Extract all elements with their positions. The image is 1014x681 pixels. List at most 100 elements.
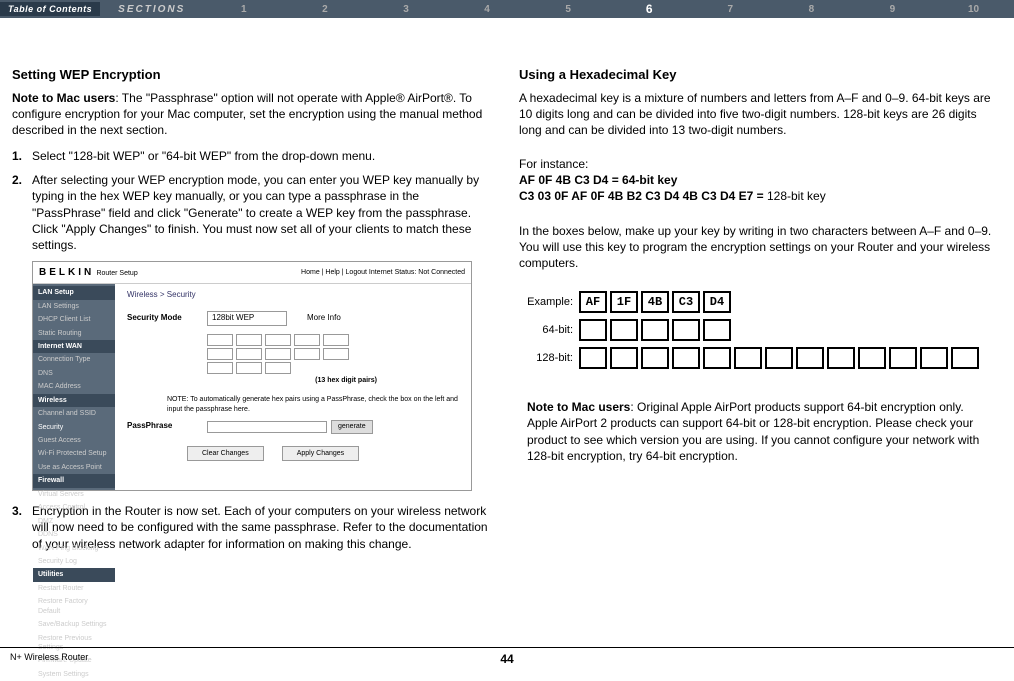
hex-input[interactable] xyxy=(323,348,349,360)
key-entry-box: Example: AF 1F 4B C3 D4 64-bit: 128-bit: xyxy=(519,285,996,381)
ss-side-item: Channel and SSID xyxy=(33,407,115,420)
hex-input[interactable] xyxy=(265,362,291,374)
key-input-cell[interactable] xyxy=(672,347,700,369)
step-number: 1. xyxy=(12,148,32,164)
hex-input[interactable] xyxy=(294,348,320,360)
section-link-10[interactable]: 10 xyxy=(933,4,1014,15)
key-input-cell[interactable] xyxy=(951,347,979,369)
key-64-example: AF 0F 4B C3 D4 = 64-bit key xyxy=(519,172,996,188)
ss-side-item: System Settings xyxy=(33,668,115,681)
key-input-cell[interactable] xyxy=(610,347,638,369)
ss-side-item: Save/Backup Settings xyxy=(33,618,115,631)
section-link-5[interactable]: 5 xyxy=(528,4,609,15)
key-input-cell[interactable] xyxy=(765,347,793,369)
ss-side-item: DMZ xyxy=(33,515,115,528)
ss-side-item: Virtual Servers xyxy=(33,488,115,501)
section-link-8[interactable]: 8 xyxy=(771,4,852,15)
ss-side-item: WAN Ping Blocking xyxy=(33,542,115,555)
step-number: 2. xyxy=(12,172,32,253)
hex-input[interactable] xyxy=(207,334,233,346)
ss-side-item-active: Security xyxy=(33,421,115,434)
key-input-cell[interactable] xyxy=(579,347,607,369)
key-input-cell[interactable] xyxy=(734,347,762,369)
step-number: 3. xyxy=(12,503,32,552)
ss-side-item: DNS xyxy=(33,367,115,380)
top-nav-bar: Table of Contents SECTIONS 1 2 3 4 5 6 7… xyxy=(0,0,1014,18)
key-input-cell[interactable] xyxy=(796,347,824,369)
key-input-cell[interactable] xyxy=(858,347,886,369)
hex-input[interactable] xyxy=(236,348,262,360)
key-input-cell[interactable] xyxy=(920,347,948,369)
hex-input[interactable] xyxy=(265,334,291,346)
section-link-2[interactable]: 2 xyxy=(284,4,365,15)
note2-bold: Note to Mac users xyxy=(527,400,630,414)
ss-side-item: Access Control xyxy=(33,501,115,514)
apply-changes-button[interactable]: Apply Changes xyxy=(282,446,359,461)
ss-breadcrumb: Wireless > Security xyxy=(127,290,459,301)
key-input-cell[interactable] xyxy=(610,319,638,341)
step-text: After selecting your WEP encryption mode… xyxy=(32,172,489,253)
section-link-3[interactable]: 3 xyxy=(365,4,446,15)
note-label: NOTE: xyxy=(167,396,188,403)
example-label: Example: xyxy=(523,295,579,310)
hex-input[interactable] xyxy=(265,348,291,360)
ss-side-item: Restore Factory Default xyxy=(33,595,115,618)
hex-intro: A hexadecimal key is a mixture of number… xyxy=(519,90,996,139)
key-input-cell[interactable] xyxy=(889,347,917,369)
steps-list: 1. Select "128-bit WEP" or "64-bit WEP" … xyxy=(12,148,489,253)
ss-side-item: DDNS xyxy=(33,528,115,541)
security-mode-label: Security Mode xyxy=(127,313,207,324)
key-input-cell[interactable] xyxy=(703,319,731,341)
bit128-label: 128-bit: xyxy=(523,351,579,366)
ss-side-utilities: Utilities xyxy=(33,568,115,581)
for-instance: For instance: xyxy=(519,156,996,172)
more-info-link[interactable]: More Info xyxy=(307,313,341,324)
clear-changes-button[interactable]: Clear Changes xyxy=(187,446,264,461)
hex-input[interactable] xyxy=(323,334,349,346)
example-cell: D4 xyxy=(703,291,731,313)
step-1: 1. Select "128-bit WEP" or "64-bit WEP" … xyxy=(12,148,489,164)
passphrase-input[interactable] xyxy=(207,421,327,433)
toc-link[interactable]: Table of Contents xyxy=(0,2,100,16)
passphrase-label: PassPhrase xyxy=(127,421,207,432)
pp-note-text: To automatically generate hex pairs usin… xyxy=(167,396,458,412)
key-input-cell[interactable] xyxy=(641,347,669,369)
section-link-6-active[interactable]: 6 xyxy=(609,2,690,16)
hex-input[interactable] xyxy=(236,334,262,346)
key-128-rest: 128-bit key xyxy=(764,189,826,203)
key-input-cell[interactable] xyxy=(703,347,731,369)
ss-side-lan: LAN Setup xyxy=(33,286,115,299)
page-number: 44 xyxy=(500,652,513,666)
hex-key-grid: (13 hex digit pairs) xyxy=(207,334,459,385)
ss-header: BELKIN Router Setup Home | Help | Logout… xyxy=(33,262,471,284)
section-link-9[interactable]: 9 xyxy=(852,4,933,15)
example-cell: 4B xyxy=(641,291,669,313)
security-mode-select[interactable]: 128bit WEP xyxy=(207,311,287,326)
section-link-7[interactable]: 7 xyxy=(690,4,771,15)
section-link-4[interactable]: 4 xyxy=(447,4,528,15)
key-input-cell[interactable] xyxy=(579,319,607,341)
hex-input[interactable] xyxy=(207,362,233,374)
hex-input[interactable] xyxy=(236,362,262,374)
key-input-cell[interactable] xyxy=(672,319,700,341)
section-link-1[interactable]: 1 xyxy=(203,4,284,15)
key-input-cell[interactable] xyxy=(827,347,855,369)
example-cell: AF xyxy=(579,291,607,313)
left-column: Setting WEP Encryption Note to Mac users… xyxy=(12,66,489,560)
ss-side-firewall: Firewall xyxy=(33,474,115,487)
footer-product: N+ Wireless Router xyxy=(10,652,88,662)
hex-input[interactable] xyxy=(207,348,233,360)
example-cell: C3 xyxy=(672,291,700,313)
key-input-cell[interactable] xyxy=(641,319,669,341)
key-128-example: C3 03 0F AF 0F 4B B2 C3 D4 4B C3 D4 E7 =… xyxy=(519,188,996,204)
step-2: 2. After selecting your WEP encryption m… xyxy=(12,172,489,253)
ss-side-wan: Internet WAN xyxy=(33,340,115,353)
make-key-instruction: In the boxes below, make up your key by … xyxy=(519,223,996,272)
ss-side-item: Restart Router xyxy=(33,582,115,595)
hex-input[interactable] xyxy=(294,334,320,346)
ss-side-item: Security Log xyxy=(33,555,115,568)
generate-button[interactable]: generate xyxy=(331,420,373,433)
example-cell: 1F xyxy=(610,291,638,313)
pp-note: NOTE: To automatically generate hex pair… xyxy=(167,395,459,414)
ss-side-item: Connection Type xyxy=(33,353,115,366)
